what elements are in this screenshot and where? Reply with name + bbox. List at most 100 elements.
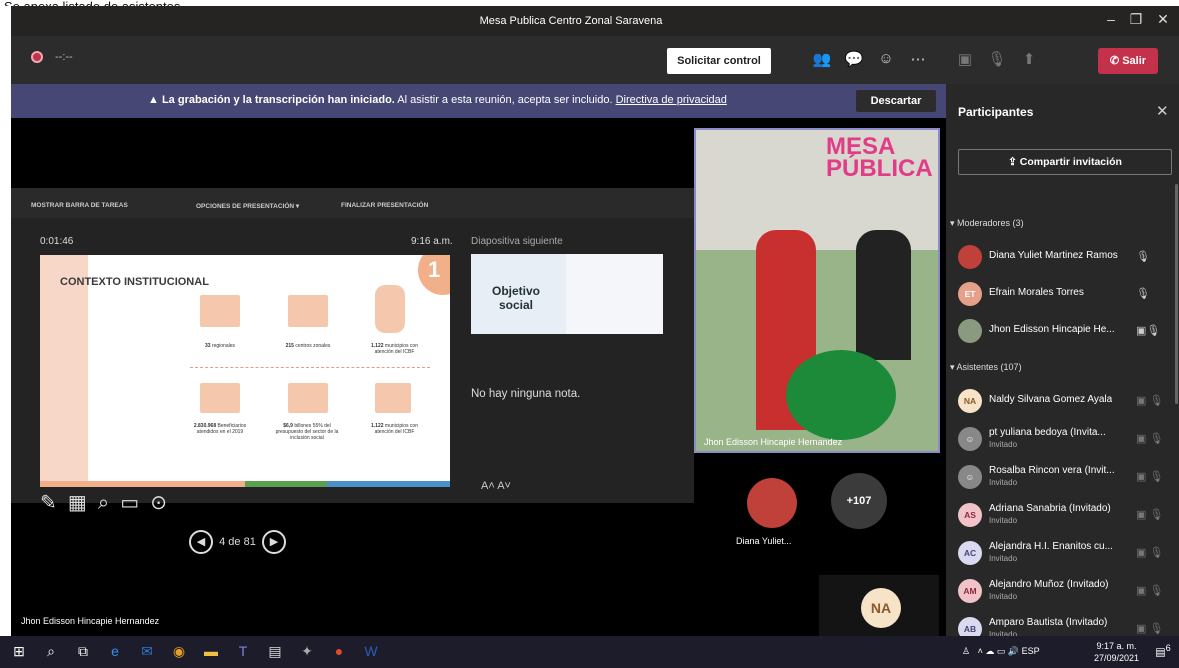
- participant-row[interactable]: AB Amparo Bautista (Invitado) Invitado ▣…: [946, 612, 1179, 636]
- mic-off-icon: ▣ 🎙: [1136, 471, 1164, 483]
- participants-panel: Participantes ✕ ⇪ Compartir invitación ▾…: [946, 84, 1179, 636]
- map-icon: [375, 285, 405, 333]
- cloud-icon[interactable]: ☁: [985, 646, 994, 656]
- diana-label: Diana Yuliet...: [736, 536, 792, 546]
- network-icon[interactable]: ▭: [997, 646, 1006, 656]
- participant-row[interactable]: AC Alejandra H.I. Enanitos cu... Invitad…: [946, 536, 1179, 572]
- share-screen-icon[interactable]: ⬆: [1019, 50, 1039, 68]
- na-avatar[interactable]: NA: [861, 588, 901, 628]
- share-invite-button[interactable]: ⇪ Compartir invitación: [958, 149, 1172, 175]
- pen-icon[interactable]: ✎: [40, 492, 57, 514]
- windows-start-icon[interactable]: ⊞: [8, 643, 30, 661]
- file-explorer-icon[interactable]: ▬: [200, 643, 222, 661]
- participant-row[interactable]: Jhon Edisson Hincapie He... ▣🎙: [946, 314, 1179, 350]
- family-icon: [200, 383, 240, 413]
- participants-icon[interactable]: 👥: [812, 50, 832, 68]
- banner-message: ▲ La grabación y la transcripción han in…: [148, 94, 727, 106]
- clock[interactable]: 9:17 a. m. 27/09/2021: [1094, 640, 1139, 664]
- avatar: ET: [958, 282, 982, 306]
- stat-value: 33: [204, 343, 211, 349]
- windows-taskbar: ⊞ ⌕ ⧉ e ✉ ◉ ▬ T ▤ ✦ ● W ♙ ˄ ☁ ▭ 🔊 ESP 9:…: [0, 636, 1179, 668]
- minimize-button[interactable]: –: [1101, 11, 1121, 27]
- participant-role: Invitado: [989, 516, 1018, 525]
- request-control-button[interactable]: Solicitar control: [667, 48, 771, 74]
- participant-row[interactable]: ☺ Rosalba Rincon vera (Invit... Invitado…: [946, 460, 1179, 496]
- participant-row[interactable]: NA Naldy Silvana Gomez Ayala ▣ 🎙: [946, 384, 1179, 420]
- word-icon[interactable]: W: [360, 643, 382, 661]
- recording-banner: ▲ La grabación y la transcripción han in…: [11, 84, 946, 118]
- previous-slide-button[interactable]: ◀: [189, 530, 213, 554]
- avatar: AS: [958, 503, 982, 527]
- participant-name: Rosalba Rincon vera (Invit...: [989, 465, 1115, 476]
- share-invite-label: Compartir invitación: [1019, 156, 1122, 168]
- show-taskbar-button[interactable]: MOSTRAR BARRA DE TAREAS: [31, 202, 128, 209]
- edge-icon[interactable]: e: [104, 643, 126, 661]
- moderators-label: Moderadores (3): [957, 218, 1024, 228]
- stat-label: regionales: [211, 343, 236, 349]
- chat-icon[interactable]: 💬: [844, 50, 864, 68]
- avatar: [958, 245, 982, 269]
- next-slide-text-area: [566, 254, 663, 334]
- reactions-icon[interactable]: ☺: [876, 50, 896, 67]
- zoom-icon[interactable]: ⌕: [98, 492, 109, 514]
- moderators-header[interactable]: ▾ Moderadores (3): [950, 218, 1024, 229]
- chrome-icon[interactable]: ◉: [168, 643, 190, 661]
- dismiss-button[interactable]: Descartar: [856, 90, 936, 112]
- mic-off-icon: ▣ 🎙: [1136, 585, 1164, 597]
- close-panel-icon[interactable]: ✕: [1156, 102, 1169, 120]
- screen-icon[interactable]: ▭: [120, 492, 139, 514]
- app-icon[interactable]: ✦: [296, 643, 318, 661]
- participant-name: Jhon Edisson Hincapie He...: [989, 324, 1115, 335]
- next-slide-label: Diapositiva siguiente: [471, 236, 563, 247]
- panel-scrollbar[interactable]: [1175, 184, 1178, 404]
- participant-row[interactable]: ☺ pt yuliana bedoya (Invita... Invitado …: [946, 422, 1179, 458]
- video-tile[interactable]: MESA PÚBLICA Jhon Edisson Hincapie Herna…: [694, 128, 940, 453]
- store-icon[interactable]: ▤: [264, 643, 286, 661]
- participant-name: Adriana Sanabria (Invitado): [989, 503, 1111, 514]
- building-icon: [200, 295, 240, 327]
- mic-off-icon: ▣ 🎙: [1136, 509, 1164, 521]
- maximize-button[interactable]: ❐: [1126, 11, 1146, 28]
- mic-off-icon[interactable]: 🎙: [987, 50, 1007, 68]
- participant-row[interactable]: AS Adriana Sanabria (Invitado) Invitado …: [946, 498, 1179, 534]
- powerpoint-icon[interactable]: ●: [328, 643, 350, 661]
- next-slide-button[interactable]: ▶: [261, 530, 286, 554]
- camera-off-icon[interactable]: ▣: [955, 50, 975, 68]
- avatar[interactable]: [747, 478, 797, 528]
- avatar: ☺: [958, 465, 982, 489]
- search-icon[interactable]: ⌕: [40, 643, 62, 661]
- task-view-icon[interactable]: ⧉: [72, 643, 94, 661]
- more-participants-button[interactable]: +107: [831, 473, 887, 529]
- participant-row[interactable]: AM Alejandro Muñoz (Invitado) Invitado ▣…: [946, 574, 1179, 610]
- close-button[interactable]: ✕: [1153, 11, 1173, 28]
- slides-grid-icon[interactable]: ▦: [68, 492, 87, 514]
- notifications-icon[interactable]: ▤6: [1152, 643, 1174, 661]
- mic-icon: ▣🎙: [1136, 325, 1161, 337]
- end-presentation-button[interactable]: FINALIZAR PRESENTACIÓN: [341, 202, 428, 209]
- attendees-header[interactable]: ▾ Asistentes (107): [950, 362, 1022, 373]
- teams-icon[interactable]: T: [232, 643, 254, 661]
- attendees-label: Asistentes (107): [956, 362, 1022, 372]
- leave-button[interactable]: ✆ Salir: [1098, 48, 1158, 74]
- volume-icon[interactable]: 🔊: [1008, 646, 1019, 656]
- participant-row[interactable]: Diana Yuliet Martinez Ramos 🎙: [946, 240, 1179, 276]
- clock-time: 9:17 a. m.: [1096, 641, 1137, 651]
- language[interactable]: ESP: [1022, 646, 1040, 656]
- font-size-icon[interactable]: A˄ A˅: [481, 480, 511, 492]
- mic-off-icon: ▣ 🎙: [1136, 395, 1164, 407]
- participant-row[interactable]: ET Efrain Morales Torres 🎙: [946, 277, 1179, 313]
- clock-date: 27/09/2021: [1094, 653, 1140, 663]
- title-bar: Mesa Publica Centro Zonal Saravena – ❐ ✕: [11, 6, 1179, 36]
- more-icon[interactable]: ⊙: [150, 492, 167, 514]
- participant-role: Invitado: [989, 440, 1018, 449]
- presentation-clock: 9:16 a.m.: [411, 236, 453, 247]
- privacy-link[interactable]: Directiva de privacidad: [616, 94, 727, 106]
- presentation-options-button[interactable]: OPCIONES DE PRESENTACIÓN ▾: [196, 202, 299, 210]
- presenter-topbar: MOSTRAR BARRA DE TAREAS OPCIONES DE PRES…: [11, 188, 694, 218]
- people-icon[interactable]: ♙: [962, 646, 970, 656]
- more-options-icon[interactable]: ⋯: [908, 50, 928, 68]
- tray-arrow-icon[interactable]: ˄: [978, 646, 983, 656]
- outlook-icon[interactable]: ✉: [136, 643, 158, 661]
- next-slide-preview[interactable]: Objetivo social: [471, 254, 663, 334]
- meeting-stage: MOSTRAR BARRA DE TAREAS OPCIONES DE PRES…: [11, 118, 946, 636]
